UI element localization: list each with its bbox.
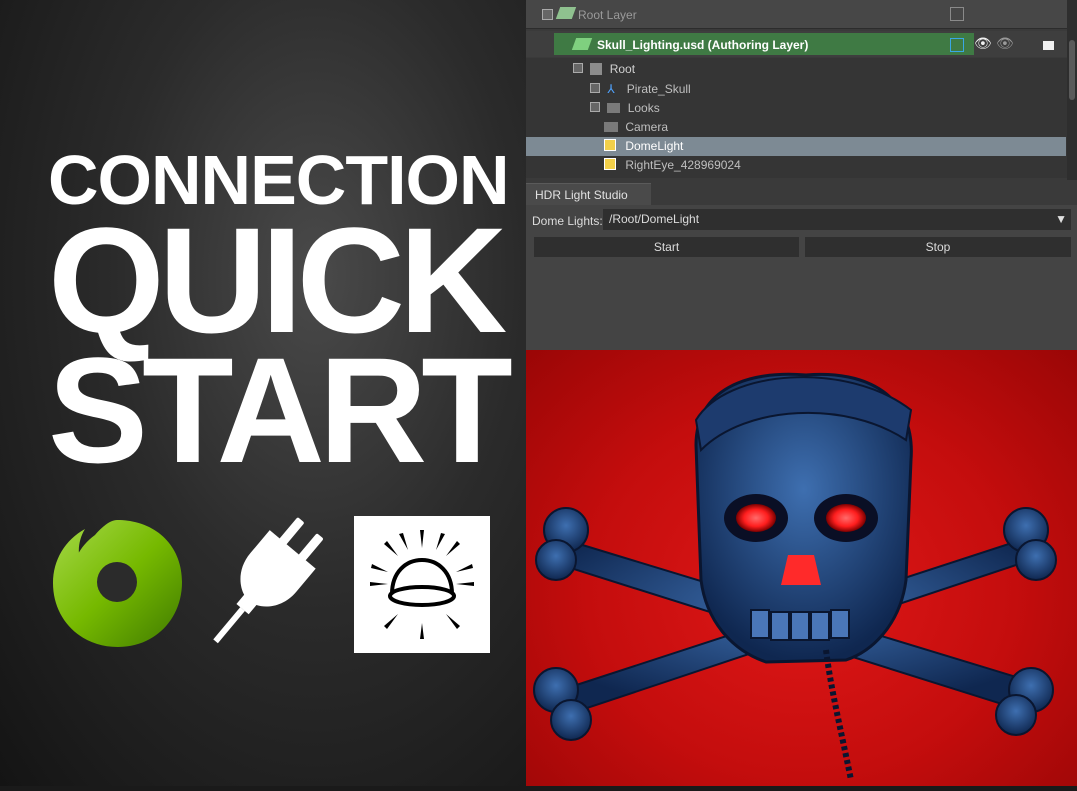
- tree-row-camera[interactable]: Camera: [604, 120, 668, 139]
- stop-button[interactable]: Stop: [805, 237, 1071, 257]
- pirate-skull-render: [533, 372, 1057, 781]
- layer-stack-icon: [555, 7, 577, 19]
- collapse-icon[interactable]: [542, 9, 553, 20]
- folder-icon: [607, 103, 621, 113]
- tree-label: RightEye_428969024: [625, 158, 741, 172]
- collapse-icon[interactable]: [573, 63, 583, 73]
- tree-row-pirate-skull[interactable]: ⅄ Pirate_Skull: [590, 82, 691, 101]
- save-icon[interactable]: [950, 7, 964, 21]
- promo-panel: CONNECTION QUICK START: [0, 0, 526, 786]
- tree-label-root: Root: [609, 62, 636, 76]
- light-icon: [604, 158, 616, 170]
- authoring-layer-label: Skull_Lighting.usd (Authoring Layer): [597, 38, 809, 52]
- light-icon: [604, 139, 616, 151]
- tree-row-root[interactable]: Root: [573, 62, 635, 81]
- visibility-eye-icon[interactable]: 👁: [974, 35, 992, 52]
- tree-row-looks[interactable]: Looks: [590, 101, 660, 120]
- root-layer-label: Root Layer: [578, 8, 637, 22]
- camera-icon: [604, 122, 618, 132]
- tab-hdr-light-studio[interactable]: HDR Light Studio: [526, 183, 651, 205]
- viewport-render: [526, 350, 1077, 786]
- start-button[interactable]: Start: [534, 237, 799, 257]
- tree-row-domelight[interactable]: DomeLight: [604, 139, 683, 158]
- tree-label: DomeLight: [625, 139, 684, 153]
- hdr-light-studio-dome-icon: [354, 516, 490, 653]
- stage-tree: Root ⅄ Pirate_Skull Looks Camera DomeLig…: [526, 58, 1067, 178]
- dome-lights-label: Dome Lights:: [532, 214, 603, 228]
- dome-lights-dropdown[interactable]: /Root/DomeLight ▼: [603, 209, 1071, 230]
- expand-icon[interactable]: [590, 83, 600, 93]
- lock-icon[interactable]: [1043, 41, 1054, 50]
- tree-label: Looks: [627, 101, 660, 115]
- xform-axes-icon: ⅄: [607, 82, 615, 96]
- omniverse-layer-panel: Root Layer Skull_Lighting.usd (Authoring…: [526, 0, 1077, 350]
- title-line-3: START: [48, 326, 513, 494]
- root-layer-row[interactable]: Root Layer: [526, 0, 1067, 29]
- tree-label: Pirate_Skull: [626, 82, 691, 96]
- cube-icon: [590, 63, 603, 75]
- authoring-layer-row[interactable]: Skull_Lighting.usd (Authoring Layer) 👁 👁: [526, 31, 1067, 57]
- icon-row: [0, 510, 526, 660]
- scrollbar-thumb[interactable]: [1069, 40, 1075, 100]
- dropdown-arrow-icon: ▼: [1055, 212, 1067, 226]
- omniverse-logo-icon: [53, 520, 182, 647]
- tree-row-righteye[interactable]: RightEye_428969024: [604, 158, 741, 177]
- save-icon[interactable]: [950, 38, 964, 52]
- plug-icon: [213, 517, 323, 644]
- tree-label: Camera: [625, 120, 669, 134]
- expand-icon[interactable]: [590, 102, 600, 112]
- dome-lights-value: /Root/DomeLight: [609, 212, 700, 226]
- visibility-eye-icon[interactable]: 👁: [996, 35, 1014, 52]
- hdr-light-studio-panel: Dome Lights: /Root/DomeLight ▼ Start Sto…: [526, 205, 1077, 350]
